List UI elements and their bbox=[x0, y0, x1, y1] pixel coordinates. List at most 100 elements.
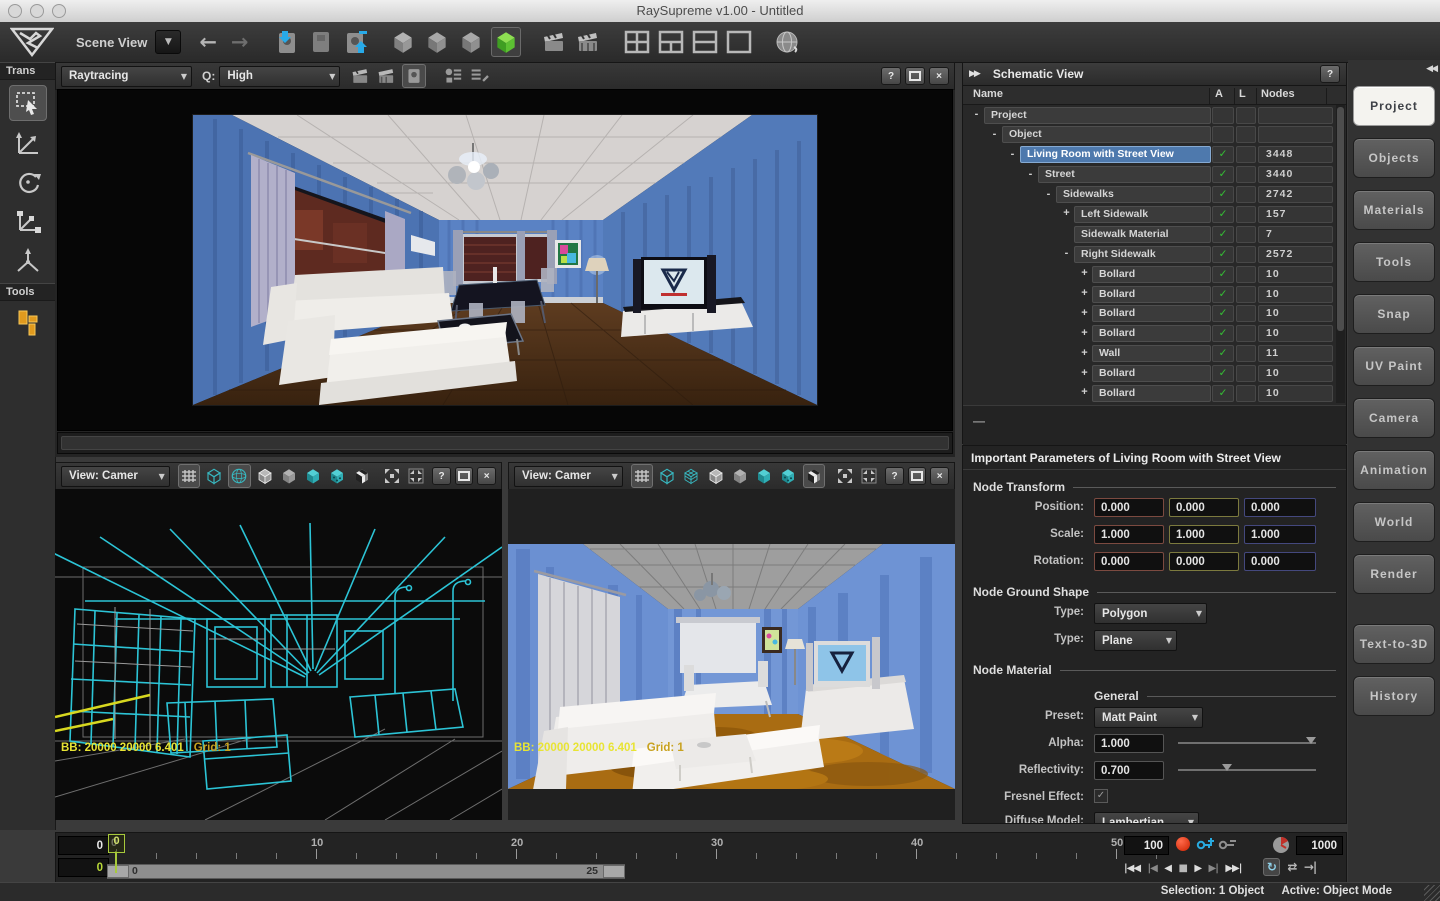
tree-node-name[interactable]: Bollard bbox=[1092, 385, 1211, 402]
end-frame-field[interactable] bbox=[1124, 836, 1169, 855]
add-keyframe-icon[interactable] bbox=[1196, 836, 1216, 852]
layout-two-stack-button[interactable] bbox=[691, 28, 719, 56]
wire-cube-shading-icon[interactable] bbox=[657, 465, 677, 487]
render-movie-button[interactable] bbox=[575, 28, 603, 56]
column-active[interactable]: A bbox=[1215, 88, 1223, 100]
position-z-field[interactable] bbox=[1244, 498, 1316, 517]
play-backward-button[interactable]: ◀ bbox=[1164, 863, 1171, 874]
position-x-field[interactable] bbox=[1094, 498, 1164, 517]
render-mode-dropdown[interactable]: Raytracing▼ bbox=[61, 66, 192, 87]
tree-row[interactable]: +Left Sidewalk✓157 bbox=[963, 204, 1346, 224]
record-button[interactable] bbox=[1176, 837, 1190, 851]
layout-single-button[interactable] bbox=[725, 28, 753, 56]
tree-lock-cell[interactable] bbox=[1236, 146, 1256, 163]
maximize-viewport-icon[interactable] bbox=[835, 465, 855, 487]
tree-lock-cell[interactable] bbox=[1236, 345, 1256, 362]
tree-row[interactable]: -Object bbox=[963, 125, 1346, 145]
tree-node-name[interactable]: Left Sidewalk bbox=[1074, 206, 1211, 223]
render-detach-button[interactable] bbox=[905, 67, 925, 85]
tree-active-check[interactable]: ✓ bbox=[1212, 166, 1234, 183]
wireframe-canvas[interactable]: BB: 20000 20000 6.401Grid: 1 bbox=[55, 489, 502, 820]
play-once-button[interactable]: →| bbox=[1304, 860, 1316, 874]
loop-playback-button[interactable]: ↻ bbox=[1263, 858, 1280, 876]
resize-grip[interactable] bbox=[1424, 885, 1440, 901]
tree-active-check[interactable]: ✓ bbox=[1212, 186, 1234, 203]
preset-dropdown[interactable]: Matt Paint▼ bbox=[1094, 707, 1203, 728]
tree-active-check[interactable] bbox=[1212, 126, 1234, 143]
flat-shading-icon[interactable] bbox=[730, 465, 750, 487]
total-frames-field[interactable] bbox=[1296, 836, 1343, 855]
tree-toggle-icon[interactable]: + bbox=[1079, 307, 1090, 319]
layout-one-two-button[interactable] bbox=[657, 28, 685, 56]
collapsed-node-dash[interactable]: — bbox=[973, 414, 985, 428]
ground-type-dropdown[interactable]: Polygon▼ bbox=[1094, 603, 1207, 624]
position-y-field[interactable] bbox=[1169, 498, 1239, 517]
render-horizontal-scrollbar[interactable] bbox=[57, 432, 953, 454]
tree-toggle-icon[interactable]: + bbox=[1079, 386, 1090, 398]
tree-node-name[interactable]: Bollard bbox=[1092, 305, 1211, 322]
tree-row[interactable]: -Living Room with Street View✓3448 bbox=[963, 145, 1346, 165]
tab-world[interactable]: World bbox=[1353, 502, 1435, 542]
select-tool-button[interactable] bbox=[9, 85, 47, 121]
tree-active-check[interactable]: ✓ bbox=[1212, 226, 1234, 243]
rotation-z-field[interactable] bbox=[1244, 552, 1316, 571]
tab-animation[interactable]: Animation bbox=[1353, 450, 1435, 490]
add-green-cube-button[interactable] bbox=[491, 27, 521, 57]
wire-sphere-shading-icon[interactable] bbox=[228, 464, 250, 488]
range-end-handle[interactable] bbox=[603, 865, 625, 878]
tree-lock-cell[interactable] bbox=[1236, 365, 1256, 382]
rotate-tool-button[interactable] bbox=[10, 165, 46, 199]
tree-lock-cell[interactable] bbox=[1236, 107, 1256, 124]
forward-button[interactable]: → bbox=[231, 30, 249, 54]
render-history-icon[interactable] bbox=[442, 65, 464, 87]
tree-toggle-icon[interactable]: - bbox=[1007, 148, 1018, 160]
column-lock[interactable]: L bbox=[1239, 88, 1246, 100]
tree-lock-cell[interactable] bbox=[1236, 286, 1256, 303]
layout-quad-button[interactable] bbox=[623, 28, 651, 56]
tree-row[interactable]: -Street✓3440 bbox=[963, 165, 1346, 185]
add-cube-button-1[interactable] bbox=[389, 28, 417, 56]
tree-row[interactable]: +Bollard✓10 bbox=[963, 383, 1346, 403]
range-start-handle[interactable] bbox=[107, 865, 129, 878]
tree-row[interactable]: -Right Sidewalk✓2572 bbox=[963, 244, 1346, 264]
material-preview-icon[interactable] bbox=[352, 465, 372, 487]
add-cube-button-2[interactable] bbox=[423, 28, 451, 56]
collapse-panel-icon[interactable]: ◀◀ bbox=[1426, 64, 1436, 74]
tree-toggle-icon[interactable]: + bbox=[1079, 267, 1090, 279]
render-movie-icon[interactable] bbox=[376, 65, 398, 87]
render-still-button[interactable] bbox=[541, 28, 569, 56]
fresnel-checkbox[interactable]: ✓ bbox=[1094, 789, 1108, 803]
axis-tool-button[interactable] bbox=[10, 243, 46, 277]
tree-node-name[interactable]: Sidewalks bbox=[1056, 186, 1211, 203]
render-close-button[interactable]: × bbox=[929, 67, 949, 85]
schematic-scrollbar[interactable] bbox=[1336, 105, 1345, 403]
smooth-shading-icon[interactable] bbox=[303, 465, 323, 487]
tree-row[interactable]: +Bollard✓10 bbox=[963, 284, 1346, 304]
render-help-button[interactable]: ? bbox=[881, 67, 901, 85]
tree-row[interactable]: +Bollard✓10 bbox=[963, 304, 1346, 324]
export-file-button[interactable] bbox=[341, 28, 369, 56]
smooth-shading-icon[interactable] bbox=[754, 465, 774, 487]
restore-viewport-icon[interactable] bbox=[859, 465, 879, 487]
maximize-viewport-icon[interactable] bbox=[382, 465, 402, 487]
blocks-tool-button[interactable] bbox=[10, 306, 46, 340]
reflectivity-slider[interactable] bbox=[1178, 769, 1316, 771]
scale-z-field[interactable] bbox=[1244, 525, 1316, 544]
tab-uv-paint[interactable]: UV Paint bbox=[1353, 346, 1435, 386]
tree-toggle-icon[interactable]: + bbox=[1079, 347, 1090, 359]
textured-shading-icon[interactable] bbox=[778, 465, 798, 487]
timeline-ruler[interactable]: 01020304050 bbox=[56, 837, 1176, 861]
render-canvas[interactable] bbox=[57, 89, 953, 431]
tree-row[interactable]: -Sidewalks✓2742 bbox=[963, 185, 1346, 205]
tree-toggle-icon[interactable]: + bbox=[1079, 287, 1090, 299]
tree-active-check[interactable]: ✓ bbox=[1212, 305, 1234, 322]
tree-toggle-icon[interactable]: + bbox=[1079, 367, 1090, 379]
go-to-start-button[interactable]: |◀◀ bbox=[1124, 863, 1140, 874]
hidden-line-shading-icon[interactable] bbox=[706, 465, 726, 487]
remove-keyframe-icon[interactable] bbox=[1218, 836, 1238, 852]
tree-toggle-icon[interactable]: + bbox=[1079, 327, 1090, 339]
tab-project[interactable]: Project bbox=[1353, 86, 1435, 126]
tab-history[interactable]: History bbox=[1353, 676, 1435, 716]
back-button[interactable]: ← bbox=[199, 30, 217, 54]
tree-active-check[interactable]: ✓ bbox=[1212, 325, 1234, 342]
